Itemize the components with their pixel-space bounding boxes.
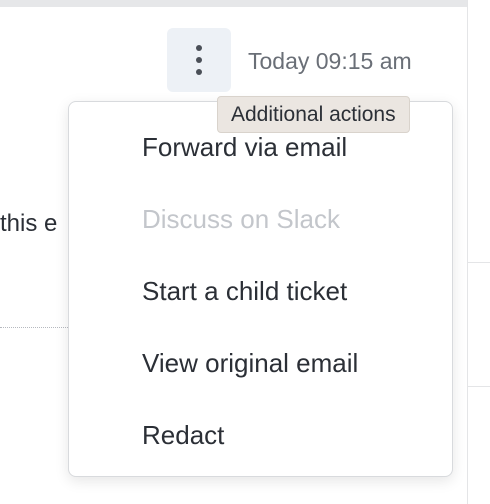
menu-item-redact[interactable]: Redact <box>142 420 224 451</box>
menu-item-start-child-ticket[interactable]: Start a child ticket <box>142 276 347 307</box>
menu-item-view-original-email[interactable]: View original email <box>142 348 358 379</box>
more-actions-button[interactable] <box>167 28 231 92</box>
message-body-text: this e <box>0 210 58 237</box>
dotted-divider <box>0 327 70 328</box>
menu-item-discuss-on-slack: Discuss on Slack <box>142 204 340 234</box>
tooltip-text: Additional actions <box>231 102 396 126</box>
right-divider <box>467 0 468 504</box>
additional-actions-menu: Forward via email Discuss on Slack Start… <box>68 101 453 477</box>
right-row-divider <box>468 386 490 387</box>
additional-actions-tooltip: Additional actions <box>217 96 410 133</box>
vertical-ellipsis-icon <box>196 45 202 75</box>
top-border <box>0 0 468 7</box>
menu-item-forward-via-email[interactable]: Forward via email <box>142 132 347 163</box>
right-row-divider <box>468 262 490 263</box>
message-timestamp: Today 09:15 am <box>248 48 412 74</box>
